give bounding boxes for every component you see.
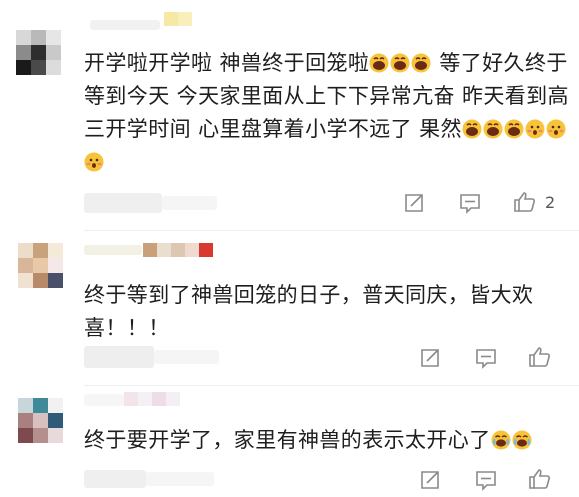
thumbs-up-icon[interactable] [528, 345, 552, 369]
divider [84, 385, 579, 386]
laughing-emoji [390, 50, 410, 73]
timestamp [84, 470, 146, 488]
blushing-emoji [84, 149, 104, 172]
share-icon[interactable] [402, 191, 426, 215]
avatar[interactable] [18, 398, 64, 444]
laughing-emoji [462, 116, 482, 139]
comment-icon[interactable] [474, 468, 498, 492]
avatar[interactable] [16, 30, 62, 76]
timestamp [162, 196, 217, 210]
thumbs-up-icon[interactable] [513, 190, 537, 214]
laughing-emoji [411, 50, 431, 73]
blushing-emoji [546, 116, 566, 139]
crying-laughing-emoji [491, 427, 511, 450]
like-count: 2 [545, 193, 556, 212]
timestamp [84, 193, 162, 213]
laughing-emoji [369, 50, 389, 73]
share-icon[interactable] [418, 468, 442, 492]
timestamp [84, 346, 154, 368]
laughing-emoji [504, 116, 524, 139]
comment-text: 终于要开学了，家里有神兽的表示太开心了 [84, 424, 572, 457]
laughing-emoji [483, 116, 503, 139]
comment-icon[interactable] [458, 191, 482, 215]
divider [84, 230, 579, 231]
share-icon[interactable] [418, 346, 442, 370]
comment-text: 开学啦开学啦 神兽终于回笼啦 等了好久终于等到今天 今天家里面从上下下异常亢奋 … [84, 47, 572, 179]
blushing-emoji [525, 116, 545, 139]
avatar[interactable] [18, 243, 64, 289]
timestamp [146, 472, 214, 486]
comment-text: 终于等到了神兽回笼的日子，普天同庆，皆大欢喜！！！ [84, 283, 534, 340]
comment-icon[interactable] [474, 346, 498, 370]
timestamp [154, 350, 219, 364]
thumbs-up-icon[interactable] [528, 467, 552, 491]
crying-laughing-emoji [512, 427, 532, 450]
